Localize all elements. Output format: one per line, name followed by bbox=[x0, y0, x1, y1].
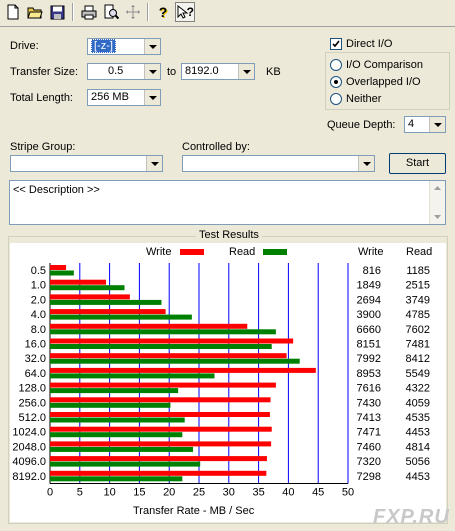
category-label: 16.0 bbox=[25, 339, 46, 351]
x-tick-label: 50 bbox=[342, 487, 354, 499]
read-value: 2515 bbox=[406, 280, 430, 292]
x-tick-label: 20 bbox=[163, 487, 175, 499]
write-bar bbox=[50, 412, 270, 417]
read-value: 4785 bbox=[406, 309, 430, 321]
write-value: 3900 bbox=[357, 309, 381, 321]
read-bar bbox=[50, 314, 192, 320]
write-value: 7992 bbox=[357, 353, 381, 365]
write-value: 7320 bbox=[357, 456, 381, 468]
read-value: 4322 bbox=[406, 383, 430, 395]
legend-write-swatch bbox=[180, 249, 204, 255]
x-axis-label: Transfer Rate - MB / Sec bbox=[133, 505, 255, 517]
read-bar bbox=[50, 270, 74, 276]
write-value: 2694 bbox=[357, 294, 381, 306]
category-label: 0.5 bbox=[31, 265, 46, 277]
read-value: 7481 bbox=[406, 339, 430, 351]
legend-read-label: Read bbox=[229, 246, 256, 258]
write-bar bbox=[50, 367, 316, 373]
read-bar bbox=[50, 299, 162, 305]
legend-write-label: Write bbox=[146, 246, 172, 258]
write-value: 7413 bbox=[357, 412, 381, 424]
category-label: 64.0 bbox=[25, 368, 46, 380]
read-bar bbox=[50, 402, 171, 408]
x-tick-label: 5 bbox=[77, 487, 83, 499]
category-label: 32.0 bbox=[25, 353, 46, 365]
category-label: 4.0 bbox=[31, 309, 46, 321]
write-value: 7616 bbox=[357, 383, 381, 395]
write-bar bbox=[50, 456, 267, 462]
x-tick-label: 35 bbox=[252, 487, 264, 499]
x-tick-label: 45 bbox=[312, 487, 324, 499]
category-label: 1024.0 bbox=[12, 427, 46, 439]
write-value: 7460 bbox=[357, 441, 381, 453]
read-bar bbox=[50, 329, 276, 335]
watermark: FXP.RU bbox=[373, 506, 450, 528]
read-bar bbox=[50, 446, 194, 452]
write-bar bbox=[50, 353, 287, 359]
write-value: 8953 bbox=[357, 368, 381, 380]
write-bar bbox=[50, 338, 294, 344]
legend-read-swatch bbox=[263, 249, 287, 255]
x-tick-label: 10 bbox=[103, 487, 115, 499]
x-tick-label: 40 bbox=[282, 487, 294, 499]
category-label: 512.0 bbox=[18, 412, 46, 424]
read-bar bbox=[50, 417, 185, 423]
write-bar bbox=[50, 382, 276, 388]
category-label: 1.0 bbox=[31, 280, 46, 292]
write-column-header: Write bbox=[358, 246, 384, 258]
x-tick-label: 25 bbox=[193, 487, 205, 499]
category-label: 8192.0 bbox=[12, 471, 46, 483]
read-bar bbox=[50, 344, 272, 349]
write-value: 7471 bbox=[357, 427, 381, 439]
read-column-header: Read bbox=[406, 246, 433, 258]
read-value: 4535 bbox=[406, 412, 430, 424]
read-bar bbox=[50, 388, 179, 394]
category-label: 8.0 bbox=[31, 324, 46, 336]
write-bar bbox=[50, 309, 166, 315]
write-value: 1849 bbox=[357, 280, 381, 292]
x-tick-label: 15 bbox=[133, 487, 145, 499]
x-tick-label: 30 bbox=[223, 487, 235, 499]
category-label: 2048.0 bbox=[12, 441, 46, 453]
read-bar bbox=[50, 285, 125, 291]
read-value: 4814 bbox=[406, 441, 430, 453]
read-value: 3749 bbox=[406, 294, 430, 306]
write-bar bbox=[50, 279, 107, 285]
category-label: 128.0 bbox=[18, 383, 46, 395]
write-bar bbox=[50, 294, 130, 300]
read-bar bbox=[50, 461, 201, 467]
read-bar bbox=[50, 476, 183, 482]
category-label: 256.0 bbox=[18, 397, 46, 409]
read-value: 7602 bbox=[406, 324, 430, 336]
read-value: 1185 bbox=[406, 265, 430, 277]
write-bar bbox=[50, 426, 272, 432]
read-bar bbox=[50, 373, 215, 379]
write-bar bbox=[50, 470, 267, 476]
read-value: 4059 bbox=[406, 397, 430, 409]
category-label: 2.0 bbox=[31, 294, 46, 306]
read-bar bbox=[50, 358, 300, 364]
read-value: 4453 bbox=[406, 471, 430, 483]
read-value: 4453 bbox=[406, 427, 430, 439]
write-bar bbox=[50, 441, 272, 447]
write-bar bbox=[50, 265, 67, 270]
write-value: 6660 bbox=[357, 324, 381, 336]
write-value: 8151 bbox=[357, 339, 381, 351]
write-value: 816 bbox=[363, 265, 381, 277]
read-bar bbox=[50, 432, 183, 438]
x-tick-label: 0 bbox=[47, 487, 53, 499]
write-value: 7430 bbox=[357, 397, 381, 409]
read-value: 5549 bbox=[406, 368, 430, 380]
transfer-rate-chart: 0 5 10 15 20 25 30 35 40 45 50 0.5 816 1185 1.0 1849 251… bbox=[12, 263, 430, 499]
write-value: 7298 bbox=[357, 471, 381, 483]
read-value: 5056 bbox=[406, 456, 430, 468]
write-bar bbox=[50, 323, 248, 329]
write-bar bbox=[50, 397, 271, 403]
category-label: 4096.0 bbox=[12, 456, 46, 468]
read-value: 8412 bbox=[406, 353, 430, 365]
